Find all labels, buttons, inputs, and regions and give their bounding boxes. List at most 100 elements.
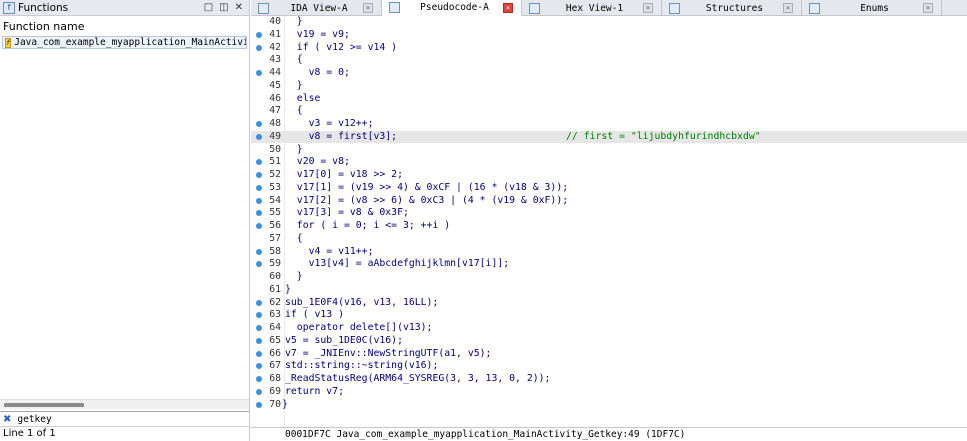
line-number: 49 xyxy=(269,130,281,142)
tab-ida-view-a[interactable]: IDA View-A × xyxy=(251,0,382,16)
breakpoint-dot-icon[interactable] xyxy=(256,350,262,357)
code-text: } xyxy=(285,283,291,295)
code-line[interactable]: 42 if ( v12 >= v14 ) xyxy=(251,42,967,54)
tab-hex-view-1[interactable]: Hex View-1 × xyxy=(522,0,662,16)
breakpoint-dot-icon[interactable] xyxy=(256,299,262,306)
code-line[interactable]: 66 v7 = _JNIEnv::NewStringUTF(a1, v5); xyxy=(251,348,967,360)
code-line[interactable]: 57 { xyxy=(251,233,967,245)
code-line[interactable]: 48 v3 = v12++; xyxy=(251,118,967,130)
line-number: 42 xyxy=(269,41,281,53)
code-line[interactable]: 52 v17[0] = v18 >> 2; xyxy=(251,169,967,181)
code-line[interactable]: 58 v4 = v11++; xyxy=(251,246,967,258)
breakpoint-dot-icon[interactable] xyxy=(256,133,262,140)
close-icon[interactable]: ✕ xyxy=(235,2,243,13)
breakpoint-dot-icon[interactable] xyxy=(256,248,262,255)
pseudocode-view[interactable]: 40 } 41 v19 = v9; 42 if ( v12 >= v14 ) 43 {… xyxy=(251,16,967,425)
tab-label: IDA View-A xyxy=(290,2,348,14)
tab-bar: IDA View-A × Pseudocode-A × Hex View-1 × Struc… xyxy=(251,0,967,16)
code-line[interactable]: 46 else xyxy=(251,93,967,105)
code-line[interactable]: 64 operator delete[](v13); xyxy=(251,322,967,334)
breakpoint-dot-icon[interactable] xyxy=(256,376,262,382)
code-text: v19 = v9; xyxy=(285,28,350,40)
code-line[interactable]: 60 } xyxy=(251,271,967,283)
tab-structures[interactable]: Structures × xyxy=(662,0,802,16)
breakpoint-dot-icon[interactable] xyxy=(256,121,262,127)
functions-panel: f Functions □ ◫ ✕ Function name f Java_c… xyxy=(0,0,250,441)
function-list-item[interactable]: f Java_com_example_myapplication_MainAct… xyxy=(2,36,247,49)
breakpoint-dot-icon[interactable] xyxy=(256,172,262,178)
line-number: 46 xyxy=(269,92,281,104)
code-line[interactable]: 70} xyxy=(251,399,967,411)
breakpoint-dot-icon[interactable] xyxy=(256,261,262,268)
code-text: v17[1] = (v19 >> 4) & 0xCF | (16 * (v18 … xyxy=(285,181,569,193)
tab-pseudocode-a[interactable]: Pseudocode-A × xyxy=(382,0,522,16)
code-line[interactable]: 69 return v7; xyxy=(251,386,967,398)
code-text: return v7; xyxy=(285,385,344,397)
code-line[interactable]: 61} xyxy=(251,284,967,296)
code-line[interactable]: 51 v20 = v8; xyxy=(251,156,967,168)
float-icon[interactable]: ◫ xyxy=(219,2,228,13)
line-status: Line 1 of 1 xyxy=(3,428,56,439)
tab-close-icon[interactable]: × xyxy=(783,3,793,13)
code-line[interactable]: 44 v8 = 0; xyxy=(251,67,967,79)
line-number: 40 xyxy=(269,16,281,27)
code-line[interactable]: 67 std::string::~string(v16); xyxy=(251,360,967,372)
functions-title: Functions xyxy=(18,1,69,14)
tab-close-icon[interactable]: × xyxy=(503,2,513,13)
code-line[interactable]: 63 if ( v13 ) xyxy=(251,309,967,321)
tab-close-icon[interactable]: × xyxy=(363,3,373,13)
breakpoint-dot-icon[interactable] xyxy=(256,388,262,395)
line-number: 57 xyxy=(269,232,281,244)
breakpoint-dot-icon[interactable] xyxy=(256,363,262,370)
search-row[interactable]: ✖ getkey xyxy=(0,411,249,427)
breakpoint-dot-icon[interactable] xyxy=(256,197,262,204)
code-line[interactable]: 45 } xyxy=(251,80,967,92)
code-line[interactable]: 56 for ( i = 0; i <= 3; ++i ) xyxy=(251,220,967,232)
tab-enums[interactable]: Enums × xyxy=(802,0,942,16)
horizontal-scrollbar[interactable] xyxy=(0,399,249,409)
breakpoint-dot-icon[interactable] xyxy=(256,159,262,166)
column-header-function-name[interactable]: Function name xyxy=(3,20,84,33)
code-line[interactable]: 43 { xyxy=(251,54,967,66)
code-text: } xyxy=(285,16,303,27)
code-line[interactable]: 47 { xyxy=(251,105,967,117)
scrollbar-thumb[interactable] xyxy=(4,403,84,407)
tab-view-icon xyxy=(809,2,820,14)
line-number: 65 xyxy=(269,334,281,346)
code-line[interactable]: 68 _ReadStatusReg(ARM64_SYSREG(3, 3, 13, … xyxy=(251,373,967,385)
code-text: v5 = sub_1DE0C(v16); xyxy=(285,334,403,346)
code-text: { xyxy=(285,54,303,66)
line-number: 55 xyxy=(269,207,281,219)
breakpoint-dot-icon[interactable] xyxy=(256,325,262,331)
code-text: sub_1E0F4(v16, v13, 16LL); xyxy=(285,296,439,308)
tab-close-icon[interactable]: × xyxy=(643,3,653,13)
breakpoint-dot-icon[interactable] xyxy=(256,401,262,408)
code-line[interactable]: 62 sub_1E0F4(v16, v13, 16LL); xyxy=(251,297,967,309)
search-input[interactable]: getkey xyxy=(17,414,51,425)
code-line[interactable]: 53 v17[1] = (v19 >> 4) & 0xCF | (16 * (v… xyxy=(251,182,967,194)
line-number: 64 xyxy=(269,322,281,333)
restore-icon[interactable]: □ xyxy=(204,2,213,13)
breakpoint-dot-icon[interactable] xyxy=(256,44,262,51)
code-text: v3 = v12++; xyxy=(285,118,374,129)
code-line[interactable]: 59 v13[v4] = aAbcdefghijklmn[v17[i]]; xyxy=(251,258,967,270)
code-line[interactable]: 50 } xyxy=(251,144,967,156)
breakpoint-dot-icon[interactable] xyxy=(256,312,262,319)
code-line[interactable]: 41 v19 = v9; xyxy=(251,29,967,41)
code-line[interactable]: 55 v17[3] = v8 & 0x3F; xyxy=(251,207,967,219)
breakpoint-dot-icon[interactable] xyxy=(256,70,262,76)
breakpoint-dot-icon[interactable] xyxy=(256,210,262,217)
code-text: { xyxy=(285,232,303,244)
code-line[interactable]: 40 } xyxy=(251,16,967,28)
code-line[interactable]: 49 v8 = first[v3]; // first = "lijubdyhfu… xyxy=(251,130,967,143)
clear-search-icon[interactable]: ✖ xyxy=(3,414,11,425)
line-number: 66 xyxy=(269,347,281,359)
breakpoint-dot-icon[interactable] xyxy=(256,337,262,344)
breakpoint-dot-icon[interactable] xyxy=(256,31,262,38)
code-line[interactable]: 65 v5 = sub_1DE0C(v16); xyxy=(251,335,967,347)
code-line[interactable]: 54 v17[2] = (v8 >> 6) & 0xC3 | (4 * (v19… xyxy=(251,195,967,207)
line-number: 61 xyxy=(269,283,281,295)
breakpoint-dot-icon[interactable] xyxy=(256,223,262,229)
breakpoint-dot-icon[interactable] xyxy=(256,184,262,191)
tab-close-icon[interactable]: × xyxy=(923,3,933,13)
